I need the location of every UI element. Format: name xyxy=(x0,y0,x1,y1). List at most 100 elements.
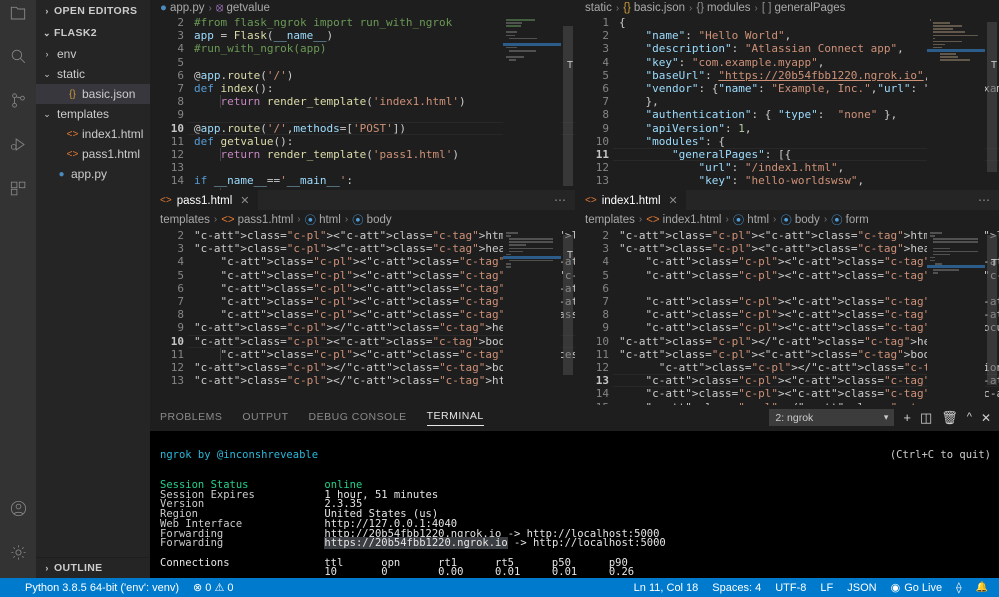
terminal-output[interactable]: ngrok by @inconshreveable(Ctrl+C to quit… xyxy=(150,431,999,578)
breadcrumb-item[interactable]: templates xyxy=(160,214,210,226)
breadcrumb-item[interactable]: body xyxy=(795,214,820,226)
editor-pane-index1-html: <> index1.html ✕ ⋯ templates › <> index1… xyxy=(575,190,999,405)
panel-tab-output[interactable]: OUTPUT xyxy=(242,411,288,426)
breadcrumb-item[interactable]: index1.html xyxy=(663,214,722,226)
file-tree-item-env[interactable]: ›env xyxy=(36,44,150,64)
status-label: Go Live xyxy=(904,582,942,594)
tab-index1-html[interactable]: <> index1.html ✕ xyxy=(575,190,686,210)
minimap-active-line xyxy=(927,49,985,52)
breadcrumb-item[interactable]: templates xyxy=(585,214,635,226)
breadcrumb-item[interactable]: modules xyxy=(707,2,750,14)
kill-terminal-icon[interactable]: 🗑 xyxy=(941,411,958,424)
line-number: 7 xyxy=(150,295,184,308)
editor-actions-more-icon[interactable]: ⋯ xyxy=(978,193,991,207)
explorer-icon[interactable] xyxy=(0,0,36,34)
status-eol[interactable]: LF xyxy=(813,578,840,597)
code-line-text: "c-att">class="c-pl"></"c-att">class="c-… xyxy=(194,321,525,334)
breadcrumb-item[interactable]: body xyxy=(367,214,392,226)
status-editor-position[interactable]: Ln 11, Col 18 xyxy=(627,578,706,597)
json-file-icon: {} xyxy=(623,2,631,14)
line-number: 4 xyxy=(150,42,184,55)
close-panel-icon[interactable]: ✕ xyxy=(981,412,991,424)
status-language-mode[interactable]: JSON xyxy=(840,578,883,597)
breadcrumb-app-py[interactable]: ● app.py › ⦻ getvalue xyxy=(150,0,575,16)
accounts-icon[interactable] xyxy=(0,486,36,530)
scrollbar-index1-html[interactable] xyxy=(985,229,999,405)
file-tree-item-templates[interactable]: ⌄templates xyxy=(36,104,150,124)
breadcrumb-item[interactable]: pass1.html xyxy=(238,214,294,226)
breadcrumb-item[interactable]: form xyxy=(846,214,869,226)
settings-gear-icon[interactable] xyxy=(0,530,36,574)
status-indentation[interactable]: Spaces: 4 xyxy=(705,578,768,597)
breadcrumb-item[interactable]: app.py xyxy=(170,2,205,14)
search-icon[interactable] xyxy=(0,34,36,78)
breadcrumb-item[interactable]: html xyxy=(747,214,769,226)
panel-actions: 2: ngrok ▾ + ◫ 🗑 ^ ✕ xyxy=(769,409,991,426)
editor-actions-more-icon[interactable]: ⋯ xyxy=(554,193,567,207)
close-icon[interactable]: ✕ xyxy=(669,194,678,207)
status-encoding[interactable]: UTF-8 xyxy=(768,578,813,597)
file-tree-item-label: pass1.html xyxy=(82,147,140,161)
minimap-line xyxy=(509,251,523,253)
file-tree-item-static[interactable]: ⌄static xyxy=(36,64,150,84)
close-icon[interactable]: ✕ xyxy=(240,194,249,207)
run-and-debug-icon[interactable] xyxy=(0,122,36,166)
status-go-live[interactable]: ◉Go Live xyxy=(884,578,950,597)
broadcast-icon: ◉ xyxy=(891,581,901,594)
code-line-text: "modules": { xyxy=(619,135,725,148)
open-editors-section[interactable]: › OPEN EDITORS xyxy=(36,0,150,22)
breadcrumb-pass1-html[interactable]: templates › <> pass1.html › ⦿ html › ⦿ b… xyxy=(150,210,575,229)
split-terminal-icon[interactable]: ◫ xyxy=(920,411,932,424)
minimap-basic-json[interactable] xyxy=(927,16,985,190)
file-tree-item-app-py[interactable]: ●app.py xyxy=(36,164,150,184)
project-section-flask2[interactable]: ⌄ FLASK2 xyxy=(36,22,150,44)
breadcrumb-index1-html[interactable]: templates › <> index1.html › ⦿ html › ⦿ … xyxy=(575,210,999,229)
terminal-selector[interactable]: 2: ngrok ▾ xyxy=(769,409,894,426)
minimap-pass1-html[interactable] xyxy=(503,229,561,405)
scrollbar-app-py[interactable] xyxy=(561,16,575,190)
code-line-text: "c-att">class="c-pl"></"c-att">class="c-… xyxy=(619,335,950,348)
minimap-line xyxy=(930,19,931,21)
code-line-text: "generalPages": [{ xyxy=(619,148,791,161)
breadcrumb-item[interactable]: getvalue xyxy=(226,2,269,14)
outline-section[interactable]: › OUTLINE xyxy=(36,557,150,578)
file-tree-item-pass1-html[interactable]: <>pass1.html xyxy=(36,144,150,164)
new-terminal-icon[interactable]: + xyxy=(903,411,911,424)
breadcrumb-item[interactable]: generalPages xyxy=(774,2,845,14)
panel-tab-problems[interactable]: PROBLEMS xyxy=(160,411,222,426)
breadcrumb-item[interactable]: basic.json xyxy=(634,2,685,14)
breadcrumb-item[interactable]: static xyxy=(585,2,612,14)
python-file-icon: ● xyxy=(54,169,69,180)
minimap-app-py[interactable] xyxy=(503,16,561,190)
minimap-index1-html[interactable] xyxy=(927,229,985,405)
minimap-line xyxy=(930,235,935,237)
code-line-text: if __name__=='__main__': xyxy=(194,174,353,187)
line-number: 5 xyxy=(575,69,609,82)
minimap-line xyxy=(933,41,962,43)
line-number: 11 xyxy=(150,135,184,148)
tab-pass1-html[interactable]: <> pass1.html ✕ xyxy=(150,190,258,210)
code-line-text: "c-att">class="c-pl"><"c-att">class="c-t… xyxy=(619,348,944,361)
panel-tab-debug-console[interactable]: DEBUG CONSOLE xyxy=(309,411,407,426)
file-tree-item-basic-json[interactable]: {}basic.json xyxy=(36,84,150,104)
extensions-icon[interactable] xyxy=(0,166,36,210)
status-python-interpreter[interactable]: Python 3.8.5 64-bit ('env': venv) xyxy=(18,578,186,597)
breadcrumb-item[interactable]: html xyxy=(319,214,341,226)
status-problems-counts[interactable]: ⊗ 0 ⚠ 0 xyxy=(186,578,240,597)
panel-tab-terminal[interactable]: TERMINAL xyxy=(427,410,484,426)
outline-label: OUTLINE xyxy=(54,562,103,574)
remote-indicator-icon[interactable]: ⟠ xyxy=(949,578,968,597)
breadcrumb-basic-json[interactable]: static › {} basic.json › {} modules › [ … xyxy=(575,0,999,16)
line-number: 14 xyxy=(575,387,609,400)
source-control-icon[interactable] xyxy=(0,78,36,122)
maximize-panel-icon[interactable]: ^ xyxy=(967,412,972,423)
file-tree-item-index1-html[interactable]: <>index1.html xyxy=(36,124,150,144)
scrollbar-basic-json[interactable] xyxy=(985,16,999,190)
code-line-text: "c-att">class="c-pl"></"c-att">class="c-… xyxy=(194,374,525,387)
minimap-line xyxy=(509,238,553,240)
line-number: 6 xyxy=(150,282,184,295)
file-tree-item-label: app.py xyxy=(71,167,107,181)
line-number: 7 xyxy=(150,82,184,95)
minimap-line xyxy=(933,22,950,24)
notifications-bell-icon[interactable]: 🔔 xyxy=(969,578,995,597)
